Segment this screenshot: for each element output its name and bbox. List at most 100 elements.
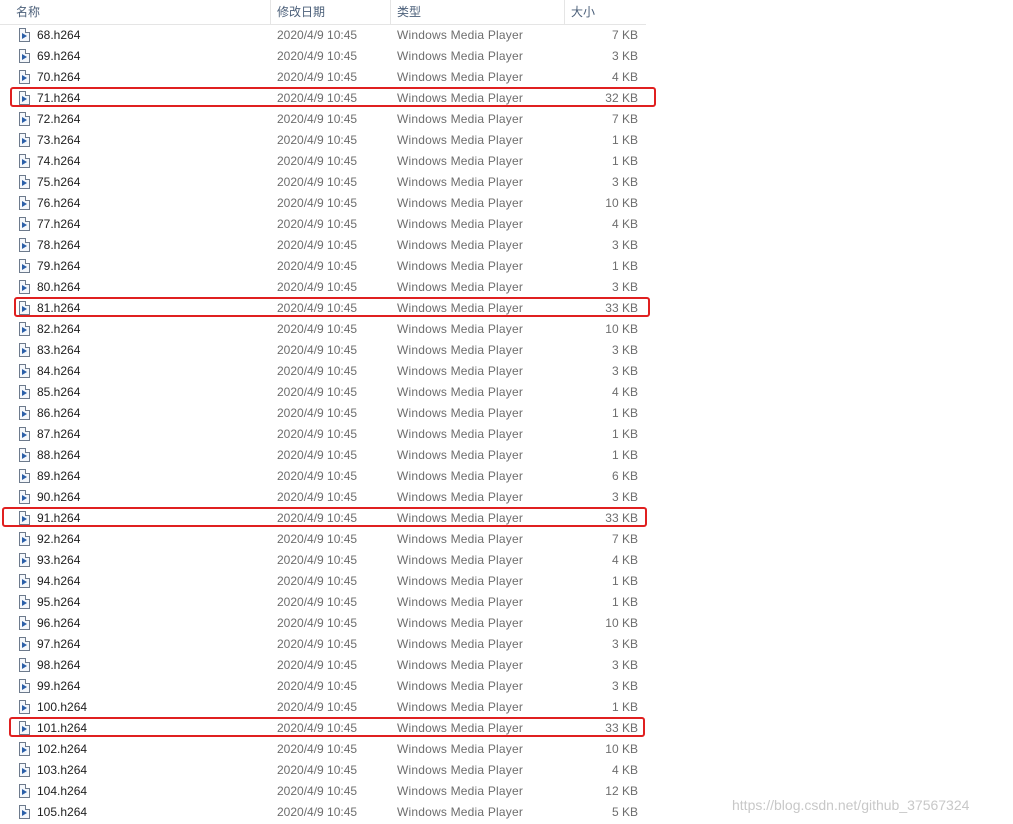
file-modified-date: 2020/4/9 10:45	[277, 553, 358, 567]
file-size: 1 KB	[611, 133, 638, 147]
file-row[interactable]: 101.h264 2020/4/9 10:45 Windows Media Play…	[0, 718, 650, 739]
file-row[interactable]: 72.h264 2020/4/9 10:45 Windows Media Playe…	[0, 109, 650, 130]
file-row[interactable]: 68.h264 2020/4/9 10:45 Windows Media Playe…	[0, 25, 650, 46]
media-file-icon	[19, 490, 30, 504]
media-file-icon	[19, 700, 30, 714]
column-header-type[interactable]: 类型	[390, 0, 564, 24]
media-file-icon	[19, 679, 30, 693]
file-row[interactable]: 73.h264 2020/4/9 10:45 Windows Media Playe…	[0, 130, 650, 151]
file-row[interactable]: 91.h264 2020/4/9 10:45 Windows Media Playe…	[0, 508, 650, 529]
file-type: Windows Media Player	[397, 511, 524, 525]
file-size: 1 KB	[611, 448, 638, 462]
file-row[interactable]: 88.h264 2020/4/9 10:45 Windows Media Playe…	[0, 445, 650, 466]
file-name: 82.h264	[37, 322, 81, 336]
file-name: 69.h264	[37, 49, 81, 63]
file-name: 85.h264	[37, 385, 81, 399]
media-file-icon	[19, 91, 30, 105]
file-type: Windows Media Player	[397, 616, 524, 630]
file-name: 74.h264	[37, 154, 81, 168]
file-row[interactable]: 87.h264 2020/4/9 10:45 Windows Media Playe…	[0, 424, 650, 445]
media-file-icon	[19, 784, 30, 798]
media-file-icon	[19, 511, 30, 525]
file-size: 4 KB	[611, 553, 638, 567]
media-file-icon	[19, 364, 30, 378]
file-name: 73.h264	[37, 133, 81, 147]
media-file-icon	[19, 259, 30, 273]
file-name: 88.h264	[37, 448, 81, 462]
file-type: Windows Media Player	[397, 679, 524, 693]
file-name: 76.h264	[37, 196, 81, 210]
file-row[interactable]: 85.h264 2020/4/9 10:45 Windows Media Playe…	[0, 382, 650, 403]
file-type: Windows Media Player	[397, 448, 524, 462]
watermark: https://blog.csdn.net/github_37567324	[732, 797, 970, 813]
file-row[interactable]: 77.h264 2020/4/9 10:45 Windows Media Playe…	[0, 214, 650, 235]
file-modified-date: 2020/4/9 10:45	[277, 322, 358, 336]
file-size: 1 KB	[611, 427, 638, 441]
file-modified-date: 2020/4/9 10:45	[277, 700, 358, 714]
file-row[interactable]: 80.h264 2020/4/9 10:45 Windows Media Playe…	[0, 277, 650, 298]
file-type: Windows Media Player	[397, 196, 524, 210]
file-modified-date: 2020/4/9 10:45	[277, 805, 358, 819]
file-name: 95.h264	[37, 595, 81, 609]
file-row[interactable]: 90.h264 2020/4/9 10:45 Windows Media Playe…	[0, 487, 650, 508]
file-row[interactable]: 104.h264 2020/4/9 10:45 Windows Media Play…	[0, 781, 650, 802]
file-modified-date: 2020/4/9 10:45	[277, 175, 358, 189]
file-row[interactable]: 96.h264 2020/4/9 10:45 Windows Media Playe…	[0, 613, 650, 634]
file-size: 4 KB	[611, 763, 638, 777]
file-row[interactable]: 95.h264 2020/4/9 10:45 Windows Media Playe…	[0, 592, 650, 613]
file-type: Windows Media Player	[397, 385, 524, 399]
file-modified-date: 2020/4/9 10:45	[277, 70, 358, 84]
file-name: 99.h264	[37, 679, 81, 693]
file-modified-date: 2020/4/9 10:45	[277, 532, 358, 546]
file-size: 3 KB	[611, 280, 638, 294]
file-type: Windows Media Player	[397, 217, 524, 231]
file-row[interactable]: 78.h264 2020/4/9 10:45 Windows Media Playe…	[0, 235, 650, 256]
file-modified-date: 2020/4/9 10:45	[277, 217, 358, 231]
file-row[interactable]: 93.h264 2020/4/9 10:45 Windows Media Playe…	[0, 550, 650, 571]
file-row[interactable]: 70.h264 2020/4/9 10:45 Windows Media Playe…	[0, 67, 650, 88]
file-row[interactable]: 97.h264 2020/4/9 10:45 Windows Media Playe…	[0, 634, 650, 655]
file-row[interactable]: 103.h264 2020/4/9 10:45 Windows Media Play…	[0, 760, 650, 781]
file-row[interactable]: 100.h264 2020/4/9 10:45 Windows Media Play…	[0, 697, 650, 718]
file-row[interactable]: 105.h264 2020/4/9 10:45 Windows Media Play…	[0, 802, 650, 823]
file-name: 92.h264	[37, 532, 81, 546]
file-row[interactable]: 81.h264 2020/4/9 10:45 Windows Media Playe…	[0, 298, 650, 319]
file-row[interactable]: 75.h264 2020/4/9 10:45 Windows Media Playe…	[0, 172, 650, 193]
file-row[interactable]: 82.h264 2020/4/9 10:45 Windows Media Playe…	[0, 319, 650, 340]
file-type: Windows Media Player	[397, 28, 524, 42]
file-type: Windows Media Player	[397, 364, 524, 378]
file-name: 89.h264	[37, 469, 81, 483]
file-row[interactable]: 102.h264 2020/4/9 10:45 Windows Media Play…	[0, 739, 650, 760]
file-row[interactable]: 74.h264 2020/4/9 10:45 Windows Media Playe…	[0, 151, 650, 172]
file-name: 91.h264	[37, 511, 81, 525]
file-size: 3 KB	[611, 679, 638, 693]
file-type: Windows Media Player	[397, 301, 524, 315]
file-row[interactable]: 83.h264 2020/4/9 10:45 Windows Media Playe…	[0, 340, 650, 361]
file-name: 105.h264	[37, 805, 88, 819]
column-header-name[interactable]: 名称	[10, 0, 270, 24]
media-file-icon	[19, 112, 30, 126]
file-row[interactable]: 71.h264 2020/4/9 10:45 Windows Media Playe…	[0, 88, 650, 109]
file-modified-date: 2020/4/9 10:45	[277, 448, 358, 462]
file-row[interactable]: 76.h264 2020/4/9 10:45 Windows Media Playe…	[0, 193, 650, 214]
file-type: Windows Media Player	[397, 532, 524, 546]
file-size: 3 KB	[611, 490, 638, 504]
file-row[interactable]: 84.h264 2020/4/9 10:45 Windows Media Playe…	[0, 361, 650, 382]
column-header-date[interactable]: 修改日期	[270, 0, 390, 24]
file-row[interactable]: 79.h264 2020/4/9 10:45 Windows Media Playe…	[0, 256, 650, 277]
file-type: Windows Media Player	[397, 343, 524, 357]
file-row[interactable]: 92.h264 2020/4/9 10:45 Windows Media Playe…	[0, 529, 650, 550]
file-row[interactable]: 99.h264 2020/4/9 10:45 Windows Media Playe…	[0, 676, 650, 697]
file-row[interactable]: 94.h264 2020/4/9 10:45 Windows Media Playe…	[0, 571, 650, 592]
file-type: Windows Media Player	[397, 742, 524, 756]
file-type: Windows Media Player	[397, 154, 524, 168]
file-size: 7 KB	[611, 28, 638, 42]
file-row[interactable]: 86.h264 2020/4/9 10:45 Windows Media Playe…	[0, 403, 650, 424]
column-header-size[interactable]: 大小	[564, 0, 646, 24]
file-row[interactable]: 98.h264 2020/4/9 10:45 Windows Media Playe…	[0, 655, 650, 676]
file-type: Windows Media Player	[397, 238, 524, 252]
file-row[interactable]: 89.h264 2020/4/9 10:45 Windows Media Playe…	[0, 466, 650, 487]
file-name: 72.h264	[37, 112, 81, 126]
file-row[interactable]: 69.h264 2020/4/9 10:45 Windows Media Playe…	[0, 46, 650, 67]
file-modified-date: 2020/4/9 10:45	[277, 763, 358, 777]
